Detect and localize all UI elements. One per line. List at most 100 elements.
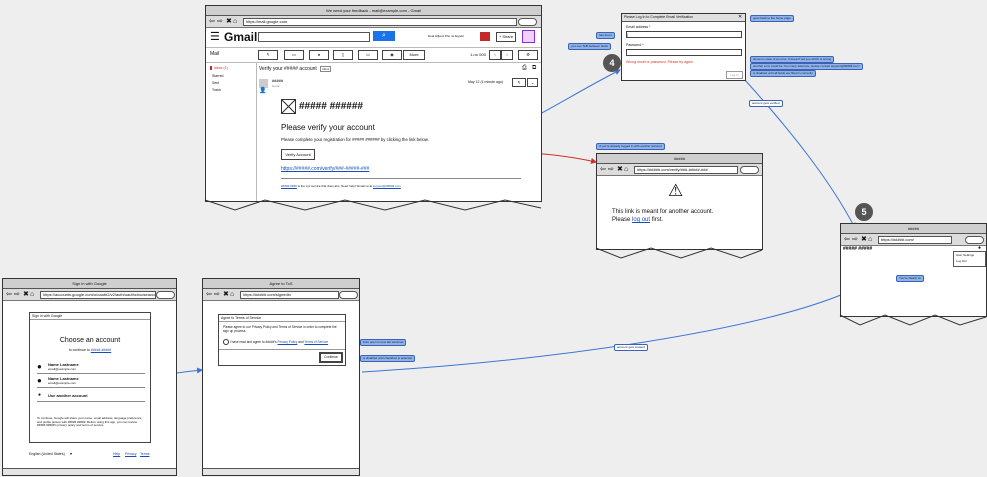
home-icon[interactable]: ⌂: [624, 165, 628, 174]
password-field[interactable]: [626, 49, 742, 56]
reply-button[interactable]: ↰: [258, 50, 278, 60]
forward-icon[interactable]: ⇨: [214, 290, 220, 299]
sidebar-item-starred[interactable]: Starred: [212, 74, 223, 78]
account-option-2[interactable]: ● Name Lastname email@example.com: [37, 375, 145, 388]
close-icon[interactable]: ✕: [738, 14, 742, 21]
footer-terms-link[interactable]: Terms: [140, 452, 150, 456]
sidebar-item-trash[interactable]: Trash: [212, 88, 221, 92]
logout-link[interactable]: log out: [632, 217, 650, 223]
privacy-policy-link[interactable]: Privacy Policy: [277, 340, 297, 344]
browser-search[interactable]: [518, 18, 537, 26]
footer-email-link[interactable]: support@#####.com: [373, 184, 401, 188]
spam-button[interactable]: ●: [309, 50, 329, 60]
step-badge-5: 5: [855, 203, 873, 221]
next-page-button[interactable]: ›: [501, 50, 513, 60]
home-icon[interactable]: ⌂: [30, 290, 34, 299]
tos-url[interactable]: https://#####.com/signedin: [240, 291, 339, 299]
close-icon[interactable]: ✖: [23, 290, 29, 299]
more-options-button[interactable]: ⌄: [527, 78, 538, 87]
close-icon[interactable]: ✖: [223, 290, 229, 299]
close-icon[interactable]: ✖: [226, 17, 232, 26]
terms-link[interactable]: Terms of Service: [304, 340, 328, 344]
login-button[interactable]: Log In: [726, 71, 743, 79]
gmail-url-field[interactable]: https://mail.google.com: [243, 18, 517, 26]
note-has-focus: has focus: [596, 32, 615, 39]
back-icon[interactable]: ⇦: [600, 165, 606, 174]
inbox-tag[interactable]: Inbox: [320, 66, 332, 72]
and-text: and: [298, 339, 304, 344]
search-button[interactable]: ⌕: [373, 31, 395, 41]
home-icon[interactable]: ⌂: [868, 235, 872, 244]
use-another-account[interactable]: ● Use another account: [37, 391, 145, 402]
print-icon[interactable]: ⎙: [522, 65, 527, 72]
checkbox-text: I have read and agree to #####'s: [229, 339, 277, 344]
gmail-sidebar: Inbox (1) Starred Sent Trash: [206, 63, 257, 201]
to-line[interactable]: to me: [272, 84, 280, 88]
back-icon[interactable]: ⇦: [6, 290, 12, 299]
signin-title-bar: Sign in with Google: [3, 279, 176, 289]
signin-status-bar: [3, 468, 176, 475]
forward-icon[interactable]: ⇨: [14, 290, 20, 299]
avatar-icon: ●: [37, 362, 42, 371]
wrong-account-window: ##### ⇦ ⇨ ✖ ⌂ https://#####.com/verify/#…: [596, 153, 763, 250]
forward-icon[interactable]: ⇨: [217, 17, 223, 26]
user-name: Dual Hiljami Pho ne Egretri: [428, 34, 465, 38]
browser-search[interactable]: [156, 291, 175, 299]
forward-icon[interactable]: ⇨: [852, 235, 858, 244]
back-icon[interactable]: ⇦: [209, 17, 215, 26]
prev-page-button[interactable]: ‹: [489, 50, 501, 60]
mail-label[interactable]: Mail: [210, 51, 219, 57]
continue-button[interactable]: Continue: [319, 352, 343, 363]
reply-icon[interactable]: ↰: [512, 78, 526, 87]
app-url[interactable]: https://#####.com/: [878, 236, 952, 244]
back-icon[interactable]: ⇦: [206, 290, 212, 299]
back-icon[interactable]: ⇦: [844, 235, 850, 244]
browser-search[interactable]: [339, 291, 358, 299]
move-button[interactable]: ▭: [358, 50, 378, 60]
chevron-down-icon[interactable]: ▾: [70, 451, 72, 456]
home-icon[interactable]: ⌂: [233, 17, 237, 26]
user-avatar[interactable]: [480, 32, 490, 41]
app-icon[interactable]: [522, 30, 535, 43]
wrong-account-url[interactable]: https://#####.com/verify/###-#####-###: [634, 166, 738, 174]
more-button[interactable]: More: [403, 50, 425, 60]
verify-account-button[interactable]: Verify Account: [281, 149, 315, 160]
close-icon[interactable]: ✖: [617, 165, 623, 174]
archive-button[interactable]: ▭: [284, 50, 304, 60]
app-tear-edge: [839, 314, 987, 326]
popout-icon[interactable]: ⧉: [532, 65, 536, 72]
footer-help-link[interactable]: Help: [113, 452, 120, 456]
footer-privacy-link[interactable]: Privacy: [125, 452, 136, 456]
share-button[interactable]: + Share: [496, 32, 516, 42]
menu-log-out[interactable]: Log Out: [954, 258, 985, 264]
delete-button[interactable]: ▯: [333, 50, 353, 60]
home-icon[interactable]: ⌂: [230, 290, 234, 299]
signin-url[interactable]: https://accounts.google.com/o/oauth2/v2/…: [40, 291, 156, 299]
gear-icon[interactable]: ⚙: [518, 50, 538, 60]
language-select[interactable]: English (United States): [29, 452, 65, 456]
signin-card: Sign in with Google Choose an account to…: [29, 312, 151, 443]
email-field[interactable]: |: [626, 31, 742, 38]
forward-icon[interactable]: ⇨: [608, 165, 614, 174]
sidebar-item-inbox[interactable]: Inbox (1): [210, 66, 228, 70]
subtitle-link[interactable]: #####.#####: [91, 348, 111, 352]
browser-search[interactable]: [740, 166, 759, 174]
user-menu: User Settings Log Out: [953, 251, 986, 267]
tos-checkbox[interactable]: [223, 339, 229, 345]
avatar-icon: 👤: [259, 88, 267, 94]
sidebar-item-sent[interactable]: Sent: [212, 81, 219, 85]
account-option-1[interactable]: ● Name Lastname email@example.com: [37, 361, 145, 374]
label-button[interactable]: ◉: [382, 50, 402, 60]
hamburger-icon[interactable]: ☰: [210, 30, 220, 43]
gmail-title-bar: We need your feedback - mail@example.com…: [206, 6, 541, 16]
email-subject: Verify your ##### account: [259, 66, 317, 72]
browser-search[interactable]: [965, 236, 984, 244]
footer-site-link[interactable]: #####.####: [281, 184, 297, 188]
note-too-many-attempts: another error could be "too many attempt…: [750, 63, 863, 70]
verify-link[interactable]: https://#####.com/verify/###-#####-###: [281, 166, 369, 172]
mail-search-input[interactable]: [258, 32, 370, 42]
sender-avatar: 👤: [259, 79, 268, 94]
close-icon[interactable]: ✖: [861, 235, 867, 244]
use-another-label: Use another account: [48, 393, 88, 398]
pager-text: 1-no 000: [470, 52, 486, 57]
